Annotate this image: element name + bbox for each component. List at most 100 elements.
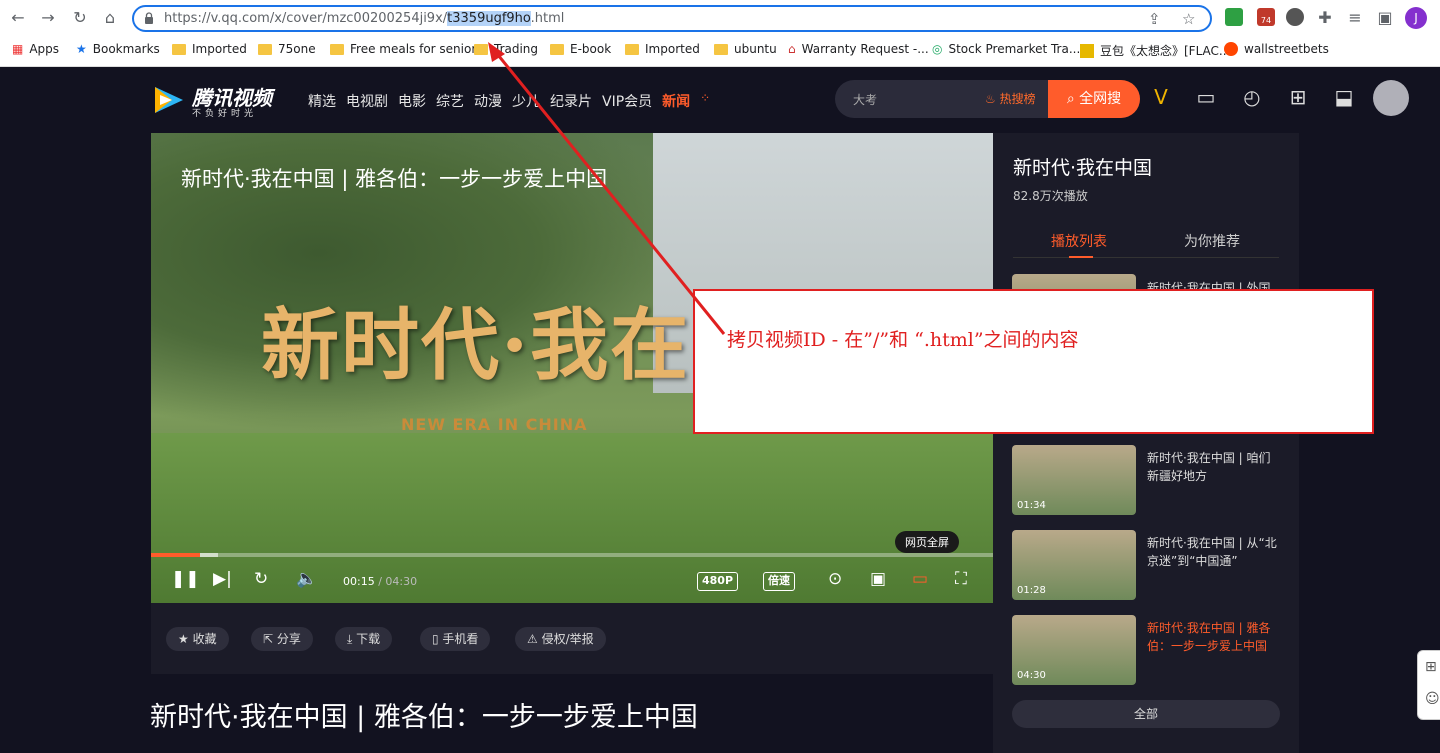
quality-button[interactable]: 480P — [697, 572, 739, 591]
extension-badge-icon[interactable]: 74 — [1257, 8, 1275, 26]
reload-icon[interactable]: ↻ — [70, 8, 90, 28]
feedback-icon[interactable]: ☺ — [1425, 691, 1440, 707]
bookmark-warranty[interactable]: ⌂ Warranty Request -... — [788, 42, 929, 56]
nav-item[interactable]: 电视剧 — [346, 91, 388, 111]
history-icon[interactable]: ◴ — [1239, 84, 1265, 110]
user-avatar[interactable] — [1373, 80, 1409, 116]
bookmark-imported[interactable]: Imported — [172, 42, 247, 56]
address-bar[interactable]: https://v.qq.com/x/cover/mzc00200254ji9x… — [132, 5, 1212, 32]
pip-icon[interactable]: ▣ — [870, 569, 886, 589]
web-fullscreen-icon[interactable]: ▭ — [912, 569, 928, 589]
report-button[interactable]: ⚠ 侵权/举报 — [515, 627, 606, 651]
episode-title[interactable]: 新时代·我在中国 | 咱们新疆好地方 — [1147, 449, 1282, 485]
all-episodes-button[interactable]: 全部 — [1012, 700, 1280, 728]
bookmark-bookmarks[interactable]: ★ Bookmarks — [76, 42, 160, 56]
folder-icon — [330, 43, 344, 55]
bookmark-imported-2[interactable]: Imported — [625, 42, 700, 56]
episode-thumbnail-current[interactable]: 04:30 — [1012, 615, 1136, 685]
tab-divider — [1013, 257, 1279, 258]
floating-toolbar[interactable]: ⊞ ☺ — [1417, 650, 1440, 720]
star-icon[interactable]: ☆ — [1182, 10, 1195, 28]
profile-avatar[interactable]: J — [1405, 7, 1427, 29]
video-calligraphy-title: 新时代·我在 — [261, 300, 691, 391]
progress-played — [151, 553, 200, 557]
volume-icon[interactable]: 🔈 — [296, 569, 317, 589]
logo-slogan: 不负好时光 — [192, 109, 258, 119]
page-title: 新时代·我在中国 | 雅各伯：一步一步爱上中国 — [150, 702, 698, 733]
back-icon[interactable]: ← — [8, 8, 28, 28]
next-icon[interactable]: ▶| — [213, 569, 232, 589]
video-frame-lawn — [151, 433, 993, 603]
loop-icon[interactable]: ↻ — [254, 569, 268, 589]
speed-button[interactable]: 倍速 — [763, 572, 795, 591]
fullscreen-icon[interactable]: ⛶ — [955, 569, 967, 589]
search-input[interactable]: 大考 — [853, 91, 877, 108]
lock-icon[interactable] — [144, 12, 154, 24]
progress-bar[interactable] — [151, 553, 993, 557]
nav-item[interactable]: VIP会员 — [602, 91, 652, 111]
bookmark-ebook[interactable]: E-book — [550, 42, 611, 56]
pause-icon[interactable]: ❚❚ — [171, 569, 200, 589]
episode-thumbnail[interactable]: 01:34 — [1012, 445, 1136, 515]
bookmark-ubuntu[interactable]: ubuntu — [714, 42, 777, 56]
folder-icon — [172, 43, 186, 55]
nav-item[interactable]: 电影 — [398, 91, 426, 111]
mobile-watch-button[interactable]: ▯ 手机看 — [420, 627, 491, 651]
nav-item[interactable]: 动漫 — [474, 91, 502, 111]
browser-toolbar: ← → ↻ ⌂ https://v.qq.com/x/cover/mzc0020… — [0, 0, 1440, 36]
share-icon[interactable]: ⇪ — [1148, 10, 1161, 28]
flame-icon: ♨ — [985, 92, 996, 106]
bookmark-apps[interactable]: ▦ Apps — [12, 42, 59, 56]
download-client-icon[interactable]: ⬓ — [1331, 84, 1357, 110]
episode-thumbnail[interactable]: 01:28 — [1012, 530, 1136, 600]
folder-icon — [714, 43, 728, 55]
folder-icon — [550, 43, 564, 55]
gamepad-icon[interactable]: ▭ — [1193, 84, 1219, 110]
sidepanel-icon[interactable]: ▣ — [1375, 8, 1395, 28]
settings-icon[interactable]: ⊙ — [828, 569, 842, 589]
hot-search-link[interactable]: ♨ 热搜榜 — [985, 90, 1036, 107]
forward-icon[interactable]: → — [38, 8, 58, 28]
extension-circle-icon[interactable] — [1286, 8, 1304, 26]
bookmark-trading[interactable]: Trading — [474, 42, 538, 56]
download-button[interactable]: ⤓ 下载 — [335, 627, 393, 651]
bookmark-75one[interactable]: 75one — [258, 42, 316, 56]
puzzle-icon[interactable]: ✚ — [1315, 8, 1335, 28]
url-text[interactable]: https://v.qq.com/x/cover/mzc00200254ji9x… — [164, 11, 564, 26]
nav-item[interactable]: 纪录片 — [550, 91, 592, 111]
folder-icon — [625, 43, 639, 55]
extension-shield-icon[interactable] — [1225, 8, 1243, 26]
gift-icon[interactable]: ⊞ — [1425, 659, 1437, 675]
tencent-video-logo[interactable]: 腾讯视频 不负好时光 — [152, 82, 282, 119]
bookmark-free-meals[interactable]: Free meals for senior — [330, 42, 476, 56]
episode-title[interactable]: 新时代·我在中国 | 从“北京迷”到“中国通” — [1147, 534, 1282, 570]
nav-item[interactable]: 精选 — [308, 91, 336, 111]
video-actions-bar: ★ 收藏 ⇱ 分享 ⤓ 下载 ▯ 手机看 ⚠ 侵权/举报 — [151, 603, 993, 674]
play-count: 82.8万次播放 — [1013, 189, 1088, 203]
nav-item[interactable]: 综艺 — [436, 91, 464, 111]
nav-item-news[interactable]: 新闻 — [662, 91, 690, 111]
home-icon[interactable]: ⌂ — [100, 8, 120, 28]
tab-active-underline — [1069, 256, 1093, 258]
favorite-button[interactable]: ★ 收藏 — [166, 627, 229, 651]
tab-recommend[interactable]: 为你推荐 — [1184, 231, 1240, 251]
tab-playlist[interactable]: 播放列表 — [1051, 231, 1107, 251]
browser-chrome: ← → ↻ ⌂ https://v.qq.com/x/cover/mzc0020… — [0, 0, 1440, 67]
search-button[interactable]: ⌕ 全网搜 — [1048, 80, 1140, 118]
reddit-icon — [1224, 42, 1238, 56]
nav-item[interactable]: 少儿 — [512, 91, 540, 111]
search-box[interactable]: 大考 ♨ 热搜榜 ⌕ 全网搜 — [835, 80, 1140, 118]
upload-icon[interactable]: ⊞ — [1285, 84, 1311, 110]
search-icon: ⌕ — [1066, 91, 1075, 107]
share-button[interactable]: ⇱ 分享 — [251, 627, 313, 651]
bookmarks-bar: ▦ Apps ★ Bookmarks Imported 75one Free mea… — [0, 36, 1440, 66]
house-icon: ⌂ — [788, 42, 796, 56]
vip-icon[interactable]: V — [1148, 84, 1174, 110]
episode-title-current[interactable]: 新时代·我在中国 | 雅各伯：一步一步爱上中国 — [1147, 619, 1282, 655]
stock-site-icon: ◎ — [932, 42, 943, 56]
bookmark-douban[interactable]: 豆包《太想念》[FLAC... — [1080, 42, 1230, 59]
bookmark-stock[interactable]: ◎ Stock Premarket Tra... — [932, 42, 1080, 56]
grid-dots-icon[interactable]: ⁘ — [700, 91, 710, 111]
bookmark-wsb[interactable]: wallstreetbets — [1224, 42, 1329, 56]
media-icon[interactable]: ≡ — [1345, 8, 1365, 28]
